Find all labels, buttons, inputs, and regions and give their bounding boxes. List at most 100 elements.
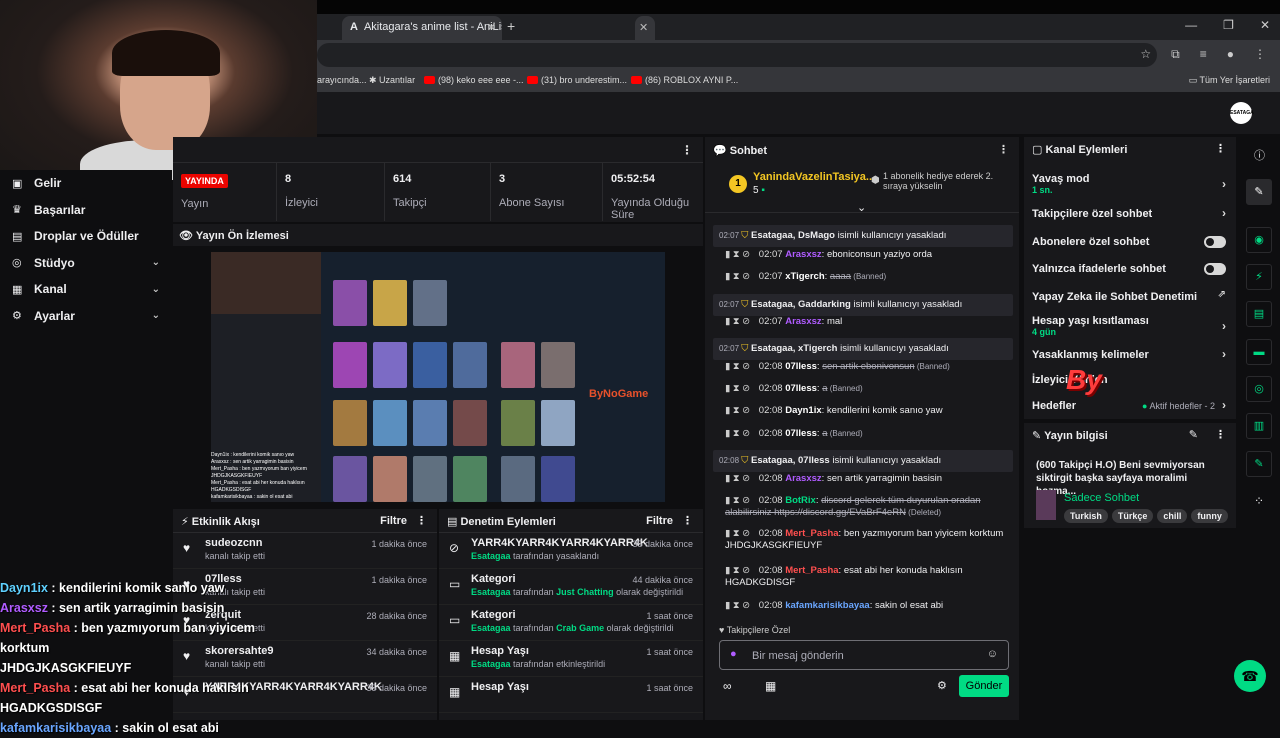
subs-chat-row[interactable]: Abonelere özel sohbet <box>1024 236 1236 248</box>
edit-icon[interactable]: ✎ <box>1246 179 1272 205</box>
bolt-icon[interactable]: ⚡ <box>1246 264 1272 290</box>
chat-message[interactable]: ▮ ⧗ ⊘ 02:08 BotRix: discord gelerek tüm … <box>713 495 1013 519</box>
chat-message[interactable]: ▮ ⧗ ⊘ 02:08 kafamkarisikbayaa: sakin ol … <box>713 600 1013 612</box>
category-name[interactable]: Sadece Sohbet <box>1064 492 1139 504</box>
subs-chat-toggle[interactable] <box>1204 236 1226 248</box>
chat-message[interactable]: ▮ ⧗ ⊘ 02:08 Mert_Pasha: esat abi her kon… <box>713 565 1013 589</box>
list-item[interactable]: ⊘ YARR4KYARR4KYARR4KYARR4K Esatagaa tarafı… <box>439 533 703 569</box>
support-button[interactable]: ☎ <box>1234 660 1266 692</box>
more-icon[interactable]: ⋮ <box>416 514 427 527</box>
chat-message[interactable]: ▮ ⧗ ⊘ 02:08 07lless: a (Banned) <box>713 428 1013 440</box>
bookmark-item[interactable]: (86) ROBLOX AYNI P... <box>631 75 738 85</box>
info-icon[interactable]: ⓘ <box>1254 147 1265 163</box>
sidebar-item-revenue[interactable]: ▣ Gelir <box>0 170 172 197</box>
chat-message[interactable]: ▮ ⧗ ⊘ 02:07 Arasxsz: eboniconsun yaziyo … <box>713 249 1013 261</box>
more-icon[interactable]: ⋮ <box>998 143 1009 156</box>
tag[interactable]: Türkçe <box>1111 509 1154 523</box>
filter-button[interactable]: Filtre <box>646 515 673 527</box>
chat-message[interactable]: ▮ ⧗ ⊘ 02:08 Dayn1ix: kendilerini komik s… <box>713 405 1013 417</box>
slow-mode-row[interactable]: Yavaş mod 1 sn. › <box>1024 173 1236 195</box>
close-window-icon[interactable]: ✕ <box>1260 18 1270 32</box>
stream-preview-video[interactable]: ByNoGame Dayn1ix : kendilerini komik san… <box>211 252 665 502</box>
list-item[interactable]: ▦ Hesap Yaşı Esatagaa tarafından etkinleşt… <box>439 641 703 677</box>
chat-message[interactable]: ▮ ⧗ ⊘ 02:07 Arasxsz: mal <box>713 316 1013 328</box>
chat-message[interactable]: ▮ ⧗ ⊘ 02:07 xTigerch: aaaa (Banned) <box>713 271 1013 283</box>
sidebar-item-drops[interactable]: ▤ Droplar ve Ödüller <box>0 223 172 250</box>
maximize-icon[interactable]: ❐ <box>1223 18 1234 32</box>
tag[interactable]: Turkish <box>1064 509 1108 523</box>
chat-message[interactable]: ▮ ⧗ ⊘ 02:08 Arasxsz: sen artik yarragimi… <box>713 473 1013 485</box>
bookmark-item[interactable]: (31) bro underestim... <box>527 75 627 85</box>
goals-row[interactable]: Hedefler ● Aktif hedefler - 2 › <box>1024 398 1236 412</box>
chat-message[interactable]: ▮ ⧗ ⊘ 02:08 07lless: sen artik ebonivons… <box>713 361 1013 373</box>
list-item[interactable]: ▭ Kategori Esatagaa tarafından Just Chatti… <box>439 569 703 605</box>
chat-message[interactable]: ▮ ⧗ ⊘ 02:08 07lless: a (Banned) <box>713 383 1013 395</box>
chevron-right-icon: › <box>1222 347 1226 361</box>
apps-icon[interactable]: ⁘ <box>1254 494 1264 508</box>
menu-icon[interactable]: ⋮ <box>1254 47 1266 62</box>
tag[interactable]: chill <box>1157 509 1188 523</box>
record-icon[interactable]: ◉ <box>1246 227 1272 253</box>
doc-icon[interactable]: ▤ <box>1246 301 1272 327</box>
all-bookmarks[interactable]: ▭ Tüm Yer İşaretleri <box>1189 75 1270 86</box>
stream-info-icon[interactable]: ▥ <box>1246 413 1272 439</box>
settings-icon[interactable]: ⚙ <box>937 679 947 692</box>
more-icon[interactable]: ⋮ <box>682 514 693 527</box>
media-icon[interactable]: ≡ <box>1200 47 1207 62</box>
tag[interactable]: funny <box>1191 509 1228 523</box>
heart-icon: ♥ <box>183 541 191 555</box>
star-icon[interactable]: ☆ <box>1140 47 1151 62</box>
emote-chat-row[interactable]: Yalnızca ifadelerle sohbet <box>1024 263 1236 275</box>
store-icon[interactable]: ▦ <box>765 679 776 693</box>
minimize-icon[interactable]: — <box>1185 18 1197 32</box>
list-item[interactable]: ▭ Kategori Esatagaa tarafından Crab Game o… <box>439 605 703 641</box>
chevron-down-icon[interactable]: ⌄ <box>857 201 866 214</box>
sidebar-item-settings[interactable]: ⚙ Ayarlar ⌄ <box>0 303 172 330</box>
more-icon[interactable]: ⋮ <box>1215 428 1226 441</box>
sidebar-item-achievements[interactable]: ♛ Başarılar <box>0 197 172 224</box>
extensions-icon[interactable]: ⧉ <box>1171 47 1180 62</box>
emote-icon[interactable]: ☺ <box>987 648 998 660</box>
chat-icon[interactable]: ▬ <box>1246 339 1272 365</box>
chevron-down-icon: ⌄ <box>151 257 160 269</box>
broadcast-icon[interactable]: ◎ <box>1246 376 1272 402</box>
edit-icon[interactable]: ✎ <box>1189 428 1198 441</box>
banned-words-row[interactable]: Yasaklanmış kelimeler › <box>1024 347 1236 361</box>
new-tab-button[interactable]: + <box>507 18 515 34</box>
gift-icon[interactable]: ∞ <box>723 679 732 693</box>
chat-input[interactable]: ● Bir mesaj gönderin ☺ <box>719 640 1009 670</box>
youtube-icon <box>527 76 538 84</box>
bolt-icon: ▢ <box>1032 144 1046 156</box>
tab-previous[interactable]: ✕ <box>635 16 655 40</box>
account-age-row[interactable]: Hesap yaşı kısıtlaması 4 gün › <box>1024 315 1236 337</box>
bookmark-extensions[interactable]: ✱ Uzantılar <box>369 75 415 86</box>
more-icon[interactable]: ⋮ <box>681 143 693 157</box>
gift-icon: ▤ <box>12 230 23 243</box>
chat-system-message[interactable]: 02:07 ⛉ Esatagaa, xTigerch isimli kullan… <box>713 338 1013 360</box>
wrench-icon[interactable]: ✎ <box>1246 451 1272 477</box>
list-item[interactable]: ▦ Hesap Yaşı 1 saat önce <box>439 677 703 713</box>
ai-mod-row[interactable]: Yapay Zeka ile Sohbet Denetimi ⇗ <box>1024 289 1236 303</box>
address-bar[interactable] <box>317 43 1157 67</box>
viewer-guide-row[interactable]: İzleyici Yönlen <box>1024 374 1236 386</box>
channel-avatar[interactable]: ESATAGA <box>1230 102 1254 124</box>
emote-chat-toggle[interactable] <box>1204 263 1226 275</box>
list-item[interactable]: ♥ sudeozcnn kanalı takip etti 1 dakika önce <box>173 533 437 569</box>
chat-system-message[interactable]: 02:07 ⛉ Esatagaa, DsMago isimli kullanıc… <box>713 225 1013 247</box>
money-icon: ▣ <box>12 177 23 190</box>
profile-icon[interactable]: ● <box>1227 47 1234 62</box>
bookmark-item[interactable]: arayıcında... <box>317 75 367 85</box>
chat-message[interactable]: ▮ ⧗ ⊘ 02:08 Mert_Pasha: ben yazmıyorum b… <box>713 528 1013 552</box>
bookmark-item[interactable]: (98) keko eee eee -... <box>424 75 524 85</box>
gift-leaderboard[interactable]: 1 YanindaVazelinTasiya... 5 ▪ ⬢ 1 abonel… <box>705 163 1019 214</box>
sidebar-item-studio[interactable]: ◎ Stüdyo ⌄ <box>0 250 172 277</box>
close-icon[interactable]: ✕ <box>487 21 496 34</box>
send-button[interactable]: Gönder <box>959 675 1009 697</box>
filter-button[interactable]: Filtre <box>380 515 407 527</box>
more-icon[interactable]: ⋮ <box>1215 142 1226 155</box>
sidebar-item-channel[interactable]: ▦ Kanal ⌄ <box>0 276 172 303</box>
followers-chat-row[interactable]: Takipçilere özel sohbet › <box>1024 206 1236 220</box>
tab-active[interactable]: A Akitagara's anime list - AniList ✕ <box>342 16 502 40</box>
chat-system-message[interactable]: 02:07 ⛉ Esatagaa, Gaddarking isimli kull… <box>713 294 1013 316</box>
chat-system-message[interactable]: 02:08 ⛉ Esatagaa, 07lless isimli kullanı… <box>713 450 1013 472</box>
